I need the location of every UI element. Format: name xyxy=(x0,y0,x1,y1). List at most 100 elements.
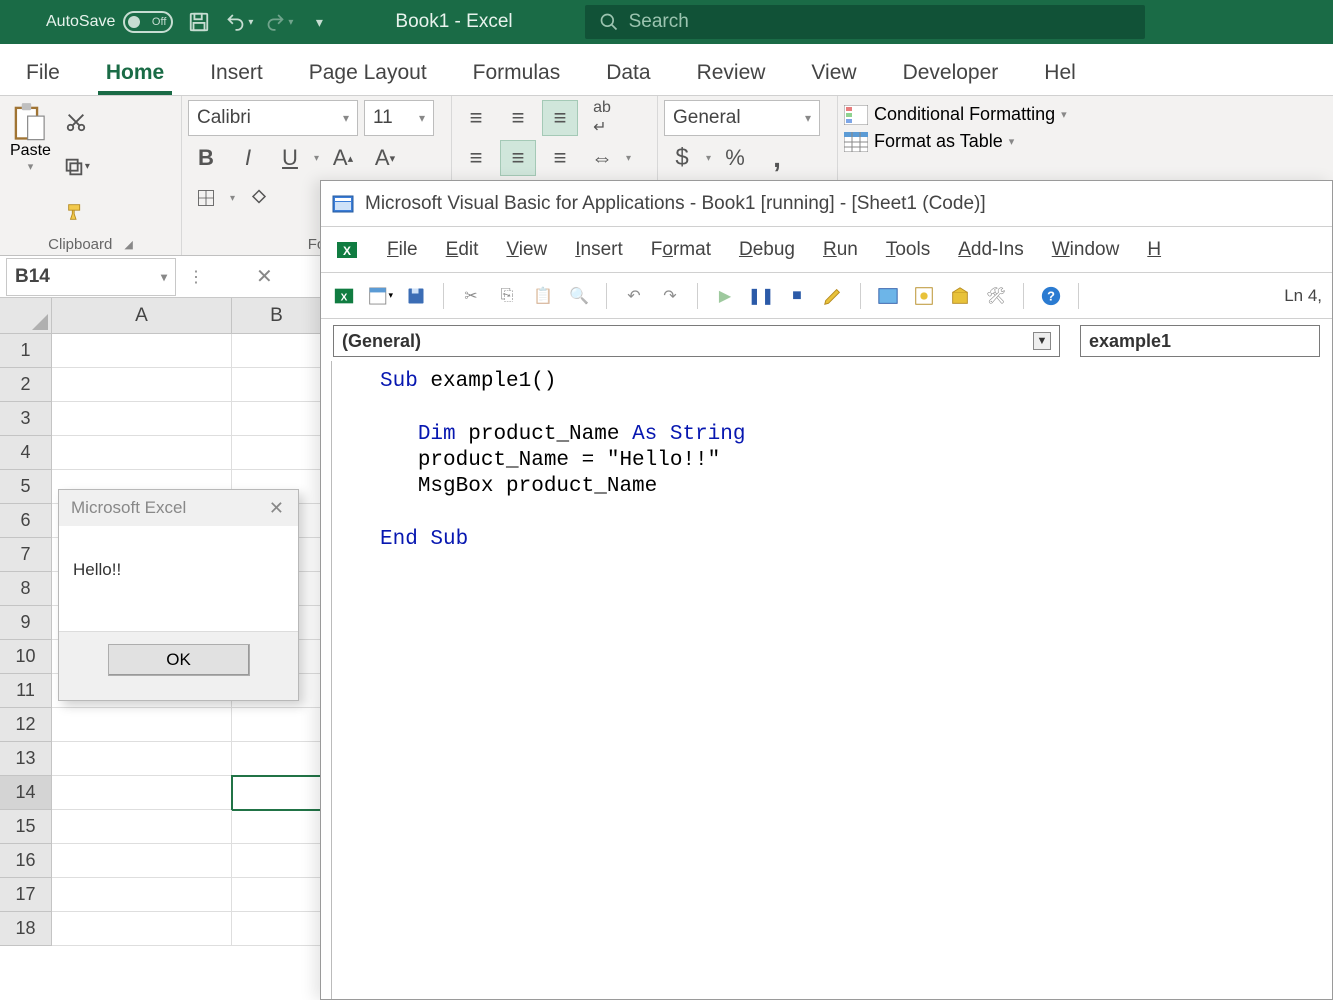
cell[interactable] xyxy=(52,844,232,878)
row-header[interactable]: 11 xyxy=(0,674,52,708)
row-header[interactable]: 7 xyxy=(0,538,52,572)
row-header[interactable]: 15 xyxy=(0,810,52,844)
menu-file[interactable]: File xyxy=(387,239,418,261)
bold-button[interactable]: B xyxy=(188,140,224,176)
menu-edit[interactable]: Edit xyxy=(446,239,479,261)
format-as-table-button[interactable]: Format as Table▾ xyxy=(844,131,1327,152)
cell[interactable] xyxy=(232,436,322,470)
font-name-combo[interactable]: Calibri▾ xyxy=(188,100,358,136)
view-excel-icon[interactable]: X xyxy=(331,283,357,309)
cancel-icon[interactable]: ✕ xyxy=(256,264,273,289)
redo-icon[interactable]: ▾ xyxy=(265,8,293,36)
accounting-icon[interactable]: $ xyxy=(664,140,700,176)
row-header[interactable]: 6 xyxy=(0,504,52,538)
cell[interactable] xyxy=(52,708,232,742)
cell[interactable] xyxy=(52,402,232,436)
design-mode-icon[interactable] xyxy=(820,283,846,309)
excel-app-icon[interactable]: X xyxy=(335,238,359,262)
align-middle-icon[interactable]: ≡ xyxy=(500,100,536,136)
object-browser-icon[interactable] xyxy=(947,283,973,309)
cell[interactable] xyxy=(232,368,322,402)
wrap-text-icon[interactable]: ab↵ xyxy=(584,100,620,136)
cell[interactable] xyxy=(232,742,322,776)
menu-addins[interactable]: Add-Ins xyxy=(958,239,1024,261)
underline-button[interactable]: U xyxy=(272,140,308,176)
cut-icon[interactable] xyxy=(61,108,91,136)
close-icon[interactable]: ✕ xyxy=(263,494,290,523)
align-bottom-icon[interactable]: ≡ xyxy=(542,100,578,136)
cell[interactable] xyxy=(52,436,232,470)
tab-review[interactable]: Review xyxy=(689,51,774,95)
cell[interactable] xyxy=(232,776,322,810)
col-header-b[interactable]: B xyxy=(232,298,322,333)
help-icon[interactable]: ? xyxy=(1038,283,1064,309)
tab-data[interactable]: Data xyxy=(598,51,658,95)
borders-icon[interactable] xyxy=(188,180,224,216)
row-header[interactable]: 10 xyxy=(0,640,52,674)
break-icon[interactable]: ❚❚ xyxy=(748,283,774,309)
format-painter-icon[interactable] xyxy=(61,198,91,226)
qat-customize-icon[interactable]: ▾ xyxy=(305,8,333,36)
comma-icon[interactable]: , xyxy=(759,140,795,176)
cell[interactable] xyxy=(52,810,232,844)
row-header[interactable]: 14 xyxy=(0,776,52,810)
namebox-options-icon[interactable]: ⋮ xyxy=(188,267,204,287)
menu-debug[interactable]: Debug xyxy=(739,239,795,261)
menu-window[interactable]: Window xyxy=(1052,239,1120,261)
undo-icon[interactable]: ▾ xyxy=(225,8,253,36)
cell[interactable] xyxy=(232,334,322,368)
tab-help[interactable]: Hel xyxy=(1036,51,1084,95)
autosave-toggle[interactable]: AutoSave Off xyxy=(46,11,173,33)
procedure-combo[interactable]: example1 xyxy=(1080,325,1320,357)
percent-icon[interactable]: % xyxy=(717,140,753,176)
vba-titlebar[interactable]: Microsoft Visual Basic for Applications … xyxy=(321,181,1332,227)
paste-button[interactable]: Paste ▾ xyxy=(6,100,55,234)
insert-module-icon[interactable]: ▾ xyxy=(367,283,393,309)
tab-file[interactable]: File xyxy=(18,51,68,95)
ok-button[interactable]: OK xyxy=(108,644,250,676)
row-header[interactable]: 18 xyxy=(0,912,52,946)
cell[interactable] xyxy=(232,912,322,946)
row-header[interactable]: 9 xyxy=(0,606,52,640)
row-header[interactable]: 8 xyxy=(0,572,52,606)
align-center-icon[interactable]: ≡ xyxy=(500,140,536,176)
object-combo[interactable]: (General)▼ xyxy=(333,325,1060,357)
code-pane[interactable]: Sub example1() Dim product_Name As Strin… xyxy=(331,361,1332,999)
cell[interactable] xyxy=(232,810,322,844)
row-header[interactable]: 3 xyxy=(0,402,52,436)
tab-formulas[interactable]: Formulas xyxy=(465,51,569,95)
italic-button[interactable]: I xyxy=(230,140,266,176)
cell[interactable] xyxy=(232,844,322,878)
cell[interactable] xyxy=(232,402,322,436)
cell[interactable] xyxy=(52,334,232,368)
menu-run[interactable]: Run xyxy=(823,239,858,261)
decrease-font-icon[interactable]: A▾ xyxy=(367,140,403,176)
col-header-a[interactable]: A xyxy=(52,298,232,333)
tab-view[interactable]: View xyxy=(803,51,864,95)
align-left-icon[interactable]: ≡ xyxy=(458,140,494,176)
name-box[interactable]: B14▾ xyxy=(6,258,176,296)
cell[interactable] xyxy=(232,708,322,742)
save-icon[interactable] xyxy=(403,283,429,309)
cell[interactable] xyxy=(52,912,232,946)
tab-page-layout[interactable]: Page Layout xyxy=(301,51,435,95)
cell[interactable] xyxy=(232,878,322,912)
fill-color-icon[interactable] xyxy=(241,180,277,216)
increase-font-icon[interactable]: A▴ xyxy=(325,140,361,176)
menu-view[interactable]: View xyxy=(506,239,547,261)
copy-icon[interactable]: ▾ xyxy=(59,153,94,181)
align-top-icon[interactable]: ≡ xyxy=(458,100,494,136)
merge-center-icon[interactable]: ⇔ xyxy=(584,140,620,176)
search-box[interactable]: Search xyxy=(585,5,1145,39)
number-format-combo[interactable]: General▾ xyxy=(664,100,820,136)
tab-developer[interactable]: Developer xyxy=(895,51,1007,95)
row-header[interactable]: 1 xyxy=(0,334,52,368)
properties-icon[interactable] xyxy=(911,283,937,309)
select-all-triangle[interactable] xyxy=(0,298,52,334)
menu-help[interactable]: H xyxy=(1147,239,1161,261)
cell[interactable] xyxy=(52,776,232,810)
project-explorer-icon[interactable] xyxy=(875,283,901,309)
tab-insert[interactable]: Insert xyxy=(202,51,271,95)
row-header[interactable]: 5 xyxy=(0,470,52,504)
align-right-icon[interactable]: ≡ xyxy=(542,140,578,176)
